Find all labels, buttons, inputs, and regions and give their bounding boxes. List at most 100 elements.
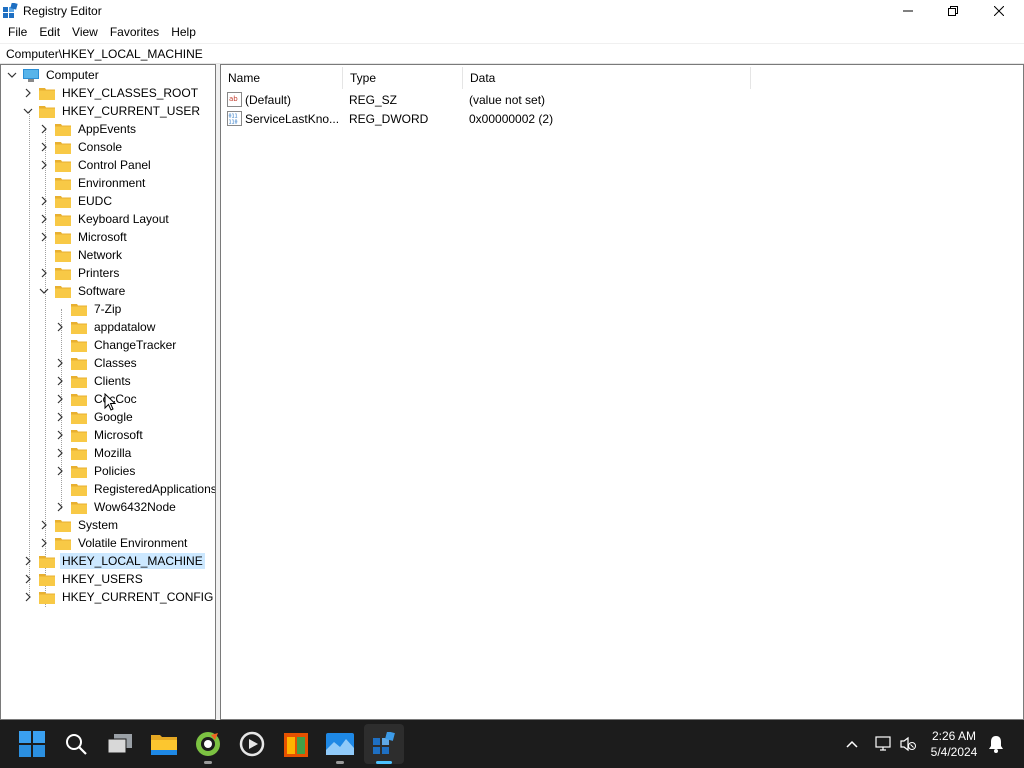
tree-item-appdatalow[interactable]: appdatalow (55, 318, 157, 336)
column-header-data[interactable]: Data (463, 67, 751, 89)
chevron-right-icon[interactable] (23, 84, 33, 102)
taskbar-clock[interactable]: 2:26 AM 5/4/2024 (924, 728, 984, 760)
search-button[interactable] (60, 728, 92, 760)
tree-item-google[interactable]: Google (55, 408, 135, 426)
chevron-right-icon[interactable] (55, 354, 65, 372)
tree-item-keyboard-layout[interactable]: Keyboard Layout (39, 210, 171, 228)
folder-icon (71, 501, 87, 514)
chevron-down-icon[interactable] (39, 282, 49, 300)
tree-item-clients[interactable]: Clients (55, 372, 133, 390)
chevron-right-icon[interactable] (39, 156, 49, 174)
chevron-down-icon[interactable] (7, 66, 17, 84)
address-input[interactable] (6, 47, 906, 61)
taskbar-file-explorer[interactable] (148, 728, 180, 760)
tree-item-appevents[interactable]: AppEvents (39, 120, 138, 138)
tree-item-label: Printers (78, 266, 120, 280)
folder-icon (55, 267, 71, 280)
chevron-down-icon[interactable] (23, 102, 33, 120)
tree-item-hkcc[interactable]: HKEY_CURRENT_CONFIG (23, 588, 215, 606)
chevron-right-icon[interactable] (55, 408, 65, 426)
chevron-right-icon[interactable] (39, 138, 49, 156)
tree-item-hkcu[interactable]: HKEY_CURRENT_USER (23, 102, 202, 120)
column-header-type[interactable]: Type (343, 67, 463, 89)
close-icon (994, 6, 1004, 16)
chevron-right-icon[interactable] (55, 444, 65, 462)
chevron-right-icon[interactable] (55, 462, 65, 480)
menu-view[interactable]: View (66, 22, 104, 43)
column-header-name[interactable]: Name (221, 67, 343, 89)
tree-item-label: HKEY_LOCAL_MACHINE (60, 553, 205, 569)
folder-icon (39, 555, 55, 568)
tree-item-wow6432node[interactable]: Wow6432Node (55, 498, 178, 516)
tree-item-label: System (78, 518, 119, 532)
taskbar-coccoc[interactable] (192, 728, 224, 764)
tree-item-sw-microsoft[interactable]: Microsoft (55, 426, 145, 444)
start-button[interactable] (16, 728, 48, 760)
tree-item-label: Network (78, 248, 123, 262)
notifications-button[interactable] (986, 734, 1006, 754)
folder-icon (71, 429, 87, 442)
tree-item-hkcr[interactable]: HKEY_CLASSES_ROOT (23, 84, 200, 102)
menu-favorites[interactable]: Favorites (104, 22, 165, 43)
tree-item-system[interactable]: System (39, 516, 120, 534)
value-data: 0x00000002 (2) (469, 112, 554, 126)
chevron-right-icon[interactable] (39, 534, 49, 552)
tree-item-mozilla[interactable]: Mozilla (55, 444, 133, 462)
taskbar-media-player[interactable] (236, 728, 268, 760)
tree-item-registeredapplications[interactable]: RegisteredApplications (55, 480, 215, 498)
folder-icon (71, 375, 87, 388)
tree-item-control-panel[interactable]: Control Panel (39, 156, 153, 174)
tree-item-environment[interactable]: Environment (39, 174, 147, 192)
taskbar-app-store[interactable] (280, 728, 312, 760)
tree-item-microsoft[interactable]: Microsoft (39, 228, 129, 246)
tree-item-7zip[interactable]: 7-Zip (55, 300, 123, 318)
chevron-right-icon[interactable] (55, 426, 65, 444)
taskbar-registry-editor[interactable] (368, 728, 400, 764)
folder-icon (55, 213, 71, 226)
menu-file[interactable]: File (2, 22, 33, 43)
value-type: REG_DWORD (349, 112, 429, 126)
task-view-button[interactable] (104, 728, 136, 760)
tree-item-label: Microsoft (94, 428, 143, 442)
menu-edit[interactable]: Edit (33, 22, 66, 43)
network-tray-button[interactable] (874, 734, 894, 754)
taskbar-photos[interactable] (324, 728, 356, 764)
tree-item-volatile-environment[interactable]: Volatile Environment (39, 534, 189, 552)
tree-item-console[interactable]: Console (39, 138, 124, 156)
folder-icon (55, 249, 71, 262)
tree-item-computer[interactable]: Computer (7, 66, 101, 84)
chevron-right-icon[interactable] (55, 390, 65, 408)
chevron-right-icon[interactable] (39, 264, 49, 282)
minimize-button[interactable] (885, 0, 931, 22)
chevron-right-icon[interactable] (39, 516, 49, 534)
chevron-right-icon[interactable] (23, 570, 33, 588)
chevron-right-icon[interactable] (39, 228, 49, 246)
chevron-right-icon[interactable] (23, 588, 33, 606)
show-hidden-icons-button[interactable] (842, 734, 862, 754)
tree-item-network[interactable]: Network (39, 246, 124, 264)
tree-item-software[interactable]: Software (39, 282, 127, 300)
chevron-right-icon[interactable] (39, 210, 49, 228)
chevron-right-icon[interactable] (23, 552, 33, 570)
chevron-right-icon[interactable] (55, 372, 65, 390)
close-button[interactable] (976, 0, 1022, 22)
chevron-right-icon[interactable] (39, 192, 49, 210)
restore-button[interactable] (930, 0, 976, 22)
tree-item-hku[interactable]: HKEY_USERS (23, 570, 145, 588)
tree-item-printers[interactable]: Printers (39, 264, 121, 282)
volume-tray-button[interactable] (898, 734, 918, 754)
chevron-right-icon[interactable] (55, 318, 65, 336)
tree-item-changetracker[interactable]: ChangeTracker (55, 336, 178, 354)
list-row[interactable]: 011 110 ServiceLastKno... REG_DWORD 0x00… (225, 110, 745, 129)
active-indicator (376, 761, 392, 764)
tree-item-eudc[interactable]: EUDC (39, 192, 114, 210)
menu-help[interactable]: Help (165, 22, 202, 43)
list-row[interactable]: ab (Default) REG_SZ (value not set) (225, 91, 745, 110)
title-bar: Registry Editor (0, 0, 1024, 22)
tree-item-coccoc[interactable]: CocCoc (55, 390, 139, 408)
chevron-right-icon[interactable] (39, 120, 49, 138)
tree-item-hklm[interactable]: HKEY_LOCAL_MACHINE (23, 552, 205, 570)
tree-item-policies[interactable]: Policies (55, 462, 137, 480)
tree-item-classes[interactable]: Classes (55, 354, 139, 372)
chevron-right-icon[interactable] (55, 498, 65, 516)
